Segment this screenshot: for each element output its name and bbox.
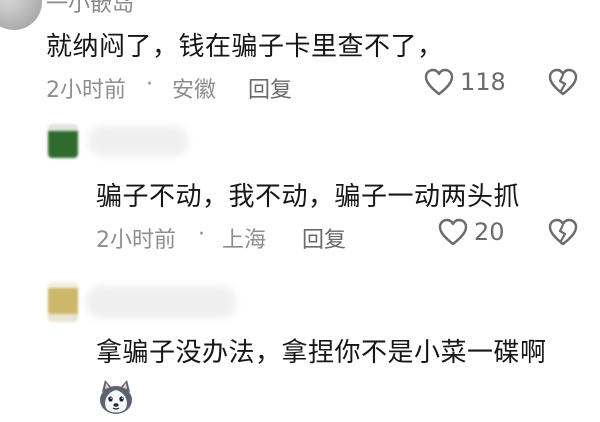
- reply-button[interactable]: 回复: [302, 222, 346, 254]
- husky-emoji-icon: [96, 378, 136, 418]
- username-blurred[interactable]: [88, 126, 188, 156]
- dislike-button[interactable]: [548, 218, 578, 246]
- broken-heart-icon: [548, 218, 578, 246]
- comment-text: 就纳闷了，钱在骗子卡里查不了，: [46, 32, 444, 62]
- like-button[interactable]: 118: [424, 68, 506, 96]
- username-blurred[interactable]: [86, 286, 236, 318]
- comment-time: 2小时前: [46, 78, 126, 103]
- heart-icon: [438, 218, 468, 246]
- avatar[interactable]: [0, 0, 42, 30]
- like-count: 20: [474, 218, 505, 246]
- avatar[interactable]: [48, 282, 78, 322]
- like-count: 118: [460, 68, 506, 96]
- reply-button[interactable]: 回复: [248, 72, 292, 104]
- avatar[interactable]: [48, 124, 78, 158]
- username[interactable]: 一小嵌岛: [46, 0, 134, 18]
- comment-text: 骗子不动，我不动，骗子一动两头抓: [96, 182, 521, 212]
- comment-text: 拿骗子没办法，拿捏你不是小菜一碟啊: [96, 338, 547, 368]
- comment-time: 2小时前: [96, 228, 176, 253]
- like-button[interactable]: 20: [438, 218, 505, 246]
- heart-icon: [424, 68, 454, 96]
- dislike-button[interactable]: [548, 68, 578, 96]
- comment-location: 安徽: [172, 78, 217, 103]
- broken-heart-icon: [548, 68, 578, 96]
- comment-location: 上海: [222, 228, 267, 253]
- meta-separator: ·: [198, 222, 205, 247]
- meta-separator: ·: [146, 72, 153, 97]
